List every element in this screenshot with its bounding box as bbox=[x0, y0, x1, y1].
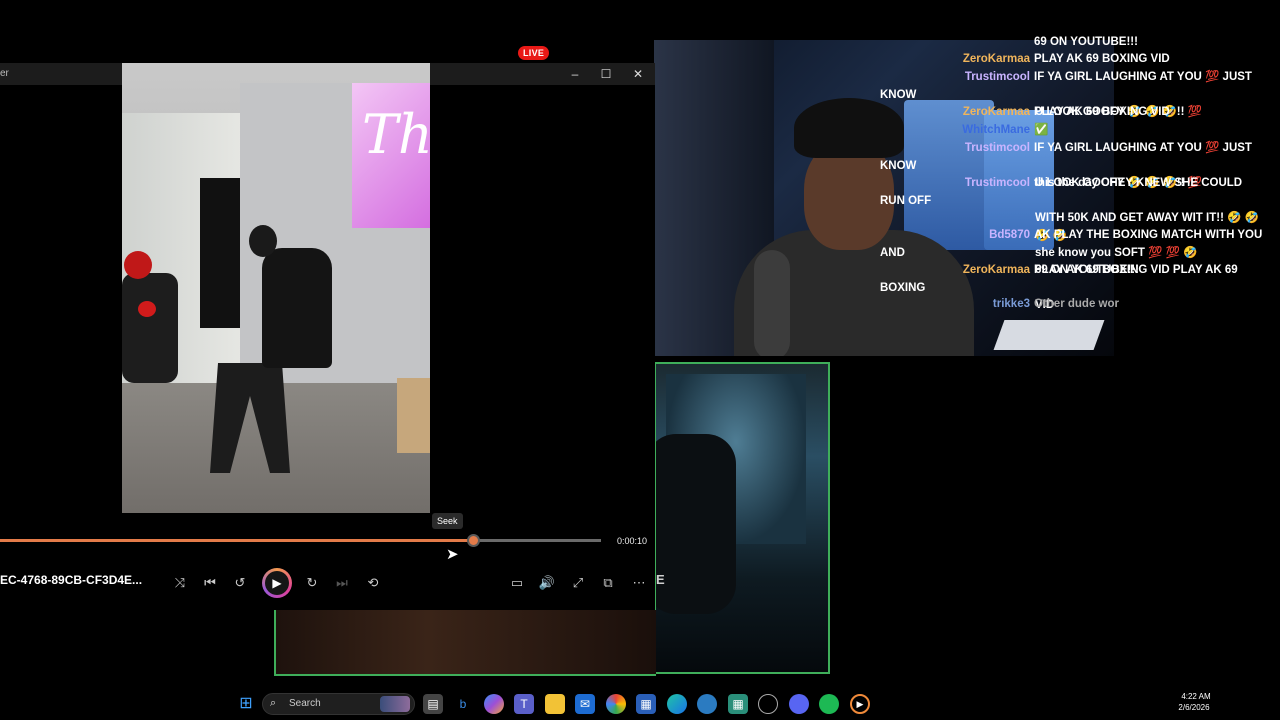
captions-icon[interactable]: ▭ bbox=[505, 571, 529, 595]
video-cardboard bbox=[397, 378, 430, 453]
chat-message: 69 ON YOUTUBE!!! bbox=[880, 34, 1270, 52]
rewind-10-icon[interactable]: ↺ bbox=[228, 571, 252, 595]
close-button[interactable]: ✕ bbox=[623, 65, 653, 83]
boxer-red-headgear bbox=[124, 251, 152, 279]
bing-icon[interactable]: b bbox=[453, 694, 473, 714]
seek-bar[interactable] bbox=[0, 534, 601, 547]
teams-icon[interactable]: T bbox=[514, 694, 534, 714]
play-icon: ▶ bbox=[265, 571, 289, 595]
video-dark-panel bbox=[200, 178, 240, 328]
media-player-window: er – ☐ ✕ Th Seek 0:00:10 EC-4768-89CB-CF… bbox=[0, 63, 655, 610]
maximize-button[interactable]: ☐ bbox=[591, 65, 621, 83]
window-title: er bbox=[0, 68, 9, 79]
fullscreen-icon[interactable]: ⤢ bbox=[566, 571, 590, 595]
miniplayer-icon[interactable]: ⧉ bbox=[596, 571, 620, 595]
search-icon: ⌕ bbox=[270, 697, 277, 709]
guest-camera: E bbox=[654, 362, 830, 674]
seek-tooltip: Seek bbox=[432, 513, 463, 529]
boxing-glove bbox=[138, 301, 156, 317]
task-view-icon[interactable]: ▤ bbox=[423, 694, 443, 714]
seek-thumb[interactable] bbox=[466, 534, 480, 547]
boxer-black-body bbox=[262, 248, 332, 368]
chat-username[interactable]: Trustimcool bbox=[880, 69, 1030, 87]
volume-icon[interactable]: 🔊 bbox=[535, 571, 559, 595]
bottom-camera-strip bbox=[274, 610, 656, 676]
chat-text: ✅ bbox=[1034, 124, 1049, 136]
chat-username[interactable]: trikke3 bbox=[880, 296, 1030, 314]
store-icon[interactable]: ▦ bbox=[636, 694, 656, 714]
calculator-icon[interactable]: ▦ bbox=[728, 694, 748, 714]
play-button[interactable]: ▶ bbox=[262, 568, 292, 598]
chat-username[interactable]: ZeroKarmaa bbox=[880, 104, 1030, 122]
media-player-icon[interactable]: ▶ bbox=[850, 694, 870, 714]
mail-icon[interactable]: ✉ bbox=[575, 694, 595, 714]
live-badge: LIVE bbox=[518, 46, 550, 60]
clock-date[interactable]: 2/6/2026 bbox=[1172, 703, 1216, 712]
time-remaining: 0:00:10 bbox=[617, 536, 648, 546]
shuffle-icon[interactable]: ⤨ bbox=[168, 571, 192, 595]
keyboard bbox=[993, 320, 1105, 350]
chrome-icon[interactable] bbox=[606, 694, 626, 714]
minimize-button[interactable]: – bbox=[560, 65, 590, 83]
chat-message: WhitchMane ✅ bbox=[880, 122, 1270, 140]
file-explorer-icon[interactable] bbox=[545, 694, 565, 714]
next-icon[interactable]: ⏭ bbox=[330, 571, 354, 595]
search-highlight-art bbox=[380, 696, 410, 712]
windows-start-icon[interactable]: ⊞ bbox=[236, 694, 256, 714]
neon-sign-text: Th bbox=[362, 103, 430, 166]
chat-text: PLAY AK 69 BOXING VID bbox=[1034, 53, 1170, 65]
taskbar: ⊞ ⌕ Search ▤ b T ✉ ▦ ▦ ▶ 4:22 AM 2/6/202… bbox=[0, 688, 1280, 720]
mouse-cursor-icon: ➤ bbox=[446, 546, 459, 563]
chat-message: ZeroKarmaa PLAY AK 69 BOXING VID bbox=[880, 104, 1270, 122]
previous-icon[interactable]: ⏮ bbox=[198, 571, 222, 595]
copilot-icon[interactable] bbox=[484, 694, 504, 714]
file-name: EC-4768-89CB-CF3D4E... bbox=[0, 573, 143, 587]
edge-icon[interactable] bbox=[667, 694, 687, 714]
clock-time[interactable]: 4:22 AM bbox=[1176, 692, 1216, 701]
seek-progress bbox=[0, 539, 473, 542]
obs-icon[interactable] bbox=[758, 694, 778, 714]
repeat-icon[interactable]: ⟲ bbox=[361, 571, 385, 595]
boxer-red-body bbox=[122, 273, 178, 383]
network-app-icon[interactable] bbox=[697, 694, 717, 714]
chat-username[interactable]: ZeroKarmaa bbox=[880, 51, 1030, 69]
spotify-icon[interactable] bbox=[819, 694, 839, 714]
chat-panel: 69 ON YOUTUBE!!! ZeroKarmaa PLAY AK 69 BOX… bbox=[880, 34, 1280, 324]
taskbar-search[interactable]: ⌕ Search bbox=[262, 693, 415, 715]
overlay-letter: E bbox=[656, 572, 665, 587]
chat-username[interactable]: WhitchMane bbox=[880, 122, 1030, 140]
forward-30-icon[interactable]: ↻ bbox=[300, 571, 324, 595]
discord-icon[interactable] bbox=[789, 694, 809, 714]
chat-text: 69 ON YOUTUBE!!! bbox=[1034, 36, 1138, 48]
boxer-black-head bbox=[249, 225, 277, 257]
player-controls: Seek 0:00:10 EC-4768-89CB-CF3D4E... ⤨ ⏮ … bbox=[0, 513, 655, 610]
chat-message: ZeroKarmaa PLAY AK 69 BOXING VID bbox=[880, 51, 1270, 69]
chat-username[interactable]: Trustimcool bbox=[880, 140, 1030, 158]
video-frame[interactable]: Th bbox=[122, 63, 430, 533]
chat-text: PLAY AK 69 BOXING VID bbox=[1034, 106, 1170, 118]
chat-username[interactable]: Trustimcool bbox=[880, 175, 1030, 193]
search-placeholder: Search bbox=[289, 698, 321, 709]
microphone bbox=[754, 250, 790, 356]
more-options-icon[interactable]: ⋯ bbox=[627, 571, 651, 595]
guest-camera-chair bbox=[656, 434, 736, 614]
chat-message: trikke3 Other dude wor bbox=[880, 296, 1270, 314]
chat-username[interactable]: ZeroKarmaa bbox=[880, 262, 1030, 280]
chat-username[interactable]: Bd5870 bbox=[880, 227, 1030, 245]
chat-text: Other dude wor bbox=[1034, 298, 1119, 310]
